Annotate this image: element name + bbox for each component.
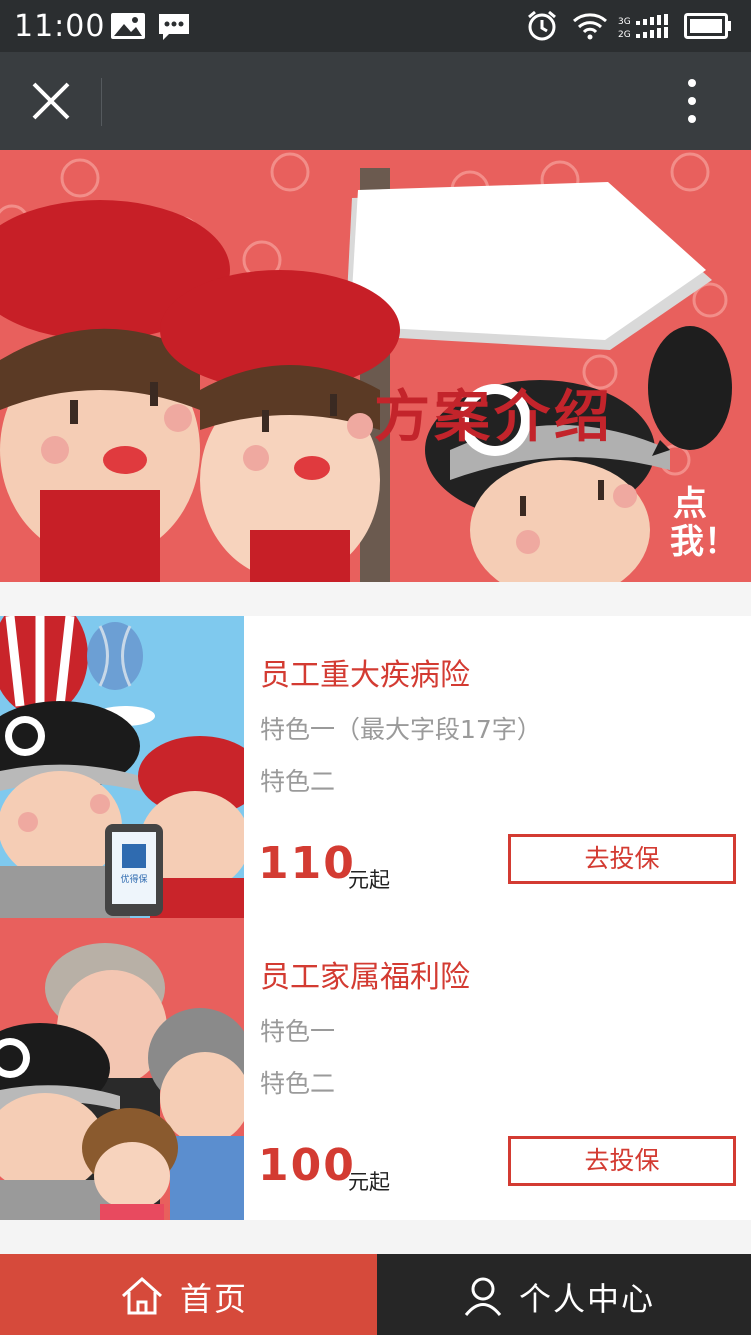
product-price: 110 [258,838,356,889]
wifi-icon [573,13,607,40]
price-unit: 元起 [348,868,390,892]
buy-insurance-button[interactable]: 去投保 [508,834,736,884]
product-price: 100 [258,1140,356,1191]
close-icon[interactable] [26,76,76,126]
status-bar: 11:00 3G 2G [0,0,751,52]
bottom-tab-bar: 首页 个人中心 [0,1254,751,1335]
banner-click-me[interactable]: 点我！ [670,485,738,561]
nav-divider [101,78,102,126]
browser-nav-bar [0,52,751,150]
more-options-icon[interactable] [674,76,710,126]
battery-icon [684,13,731,39]
alarm-icon [528,10,556,41]
svg-text:3G: 3G [618,17,631,27]
image-notification-icon [111,13,145,39]
product-name: 员工家属福利险 [260,960,470,995]
product-feature-1: 特色一（最大字段17字） [260,715,542,744]
banner-title: 方案介绍 [374,385,614,450]
plan-intro-banner[interactable]: 方案介绍 点我！ [0,150,751,582]
status-time: 11:00 [14,9,106,44]
product-name: 员工重大疾病险 [260,658,470,693]
section-gap [0,582,751,616]
device-label: 优得保 [120,873,147,885]
product-feature-1: 特色一 [260,1017,336,1046]
product-thumbnail-critical-illness: 优得保 [0,616,244,918]
message-notification-icon [159,14,189,40]
price-unit: 元起 [348,1170,390,1194]
tab-home-label: 首页 [180,1280,249,1318]
product-thumbnail-family-welfare [0,918,244,1220]
banner-illustration [0,152,732,582]
buy-insurance-button[interactable]: 去投保 [508,1136,736,1186]
user-icon [464,1277,502,1316]
tab-profile[interactable]: 个人中心 [377,1254,751,1335]
product-card: 员工家属福利险 特色一 特色二 100 元起 去投保 [0,918,751,1220]
product-feature-2: 特色二 [260,1069,336,1098]
tab-profile-label: 个人中心 [519,1280,656,1318]
tab-home[interactable]: 首页 [0,1254,377,1335]
svg-text:2G: 2G [618,30,631,40]
product-card: 优得保 员工重大疾病险 特色一（最大字段17字） 特色二 110 元起 去投保 [0,616,751,918]
cellular-signal-icon: 3G 2G [618,14,668,40]
home-icon [121,1276,163,1315]
product-feature-2: 特色二 [260,767,336,796]
